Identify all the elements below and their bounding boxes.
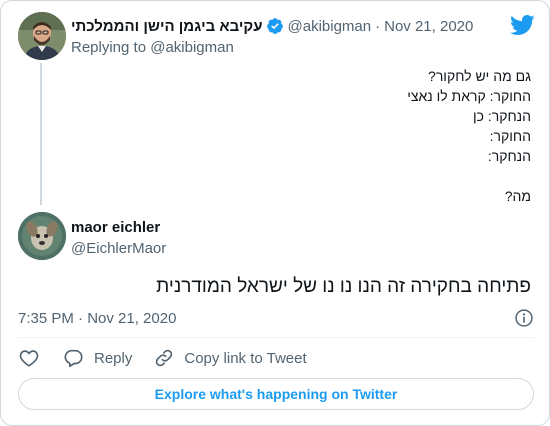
- parent-tweet-text: גם מה יש לחקור? החוקר: קראת לו נאצי הנחק…: [111, 66, 531, 206]
- tweet-actions: Reply Copy link to Tweet: [18, 346, 307, 370]
- divider: [18, 337, 534, 338]
- thread-connector-line: [40, 63, 42, 205]
- separator-dot: ·: [375, 17, 381, 35]
- parent-author-name[interactable]: עקיבא ביגמן הישן והממלכתי: [71, 18, 263, 35]
- main-author-avatar[interactable]: [18, 212, 66, 260]
- embedded-tweet-card: עקיבא ביגמן הישן והממלכתי @akibigman · N…: [0, 0, 550, 426]
- parent-author-avatar[interactable]: [18, 12, 66, 60]
- twitter-bird-icon[interactable]: [509, 14, 535, 36]
- parent-text-line: גם מה יש לחקור?: [428, 68, 531, 84]
- explore-twitter-button[interactable]: Explore what's happening on Twitter: [18, 378, 534, 410]
- main-author-handle[interactable]: @EichlerMaor: [71, 240, 166, 257]
- copy-link-button[interactable]: Copy link to Tweet: [154, 348, 307, 368]
- heart-icon: [18, 347, 40, 369]
- person-avatar-icon: [18, 12, 66, 60]
- parent-author-handle[interactable]: @akibigman: [288, 18, 372, 35]
- parent-tweet-date[interactable]: Nov 21, 2020: [384, 18, 473, 35]
- copy-link-label: Copy link to Tweet: [184, 349, 307, 367]
- parent-text-line: הנחקר:: [487, 148, 531, 164]
- link-icon: [154, 348, 174, 368]
- replying-to-mention[interactable]: @akibigman: [150, 39, 234, 56]
- tweet-meta-row: 7:35 PM · Nov 21, 2020: [18, 307, 534, 329]
- parent-text-line: החוקר: קראת לו נאצי: [407, 88, 531, 104]
- parent-text-line: החוקר:: [489, 128, 531, 144]
- reply-bubble-icon: [62, 347, 84, 369]
- info-icon[interactable]: [514, 308, 534, 328]
- tweet-timestamp[interactable]: 7:35 PM · Nov 21, 2020: [18, 310, 176, 327]
- dog-avatar-icon: [18, 212, 66, 260]
- parent-text-line: הנחקר: כן: [472, 108, 531, 124]
- parent-text-line: מה?: [504, 188, 531, 204]
- main-author-name[interactable]: maor eichler: [71, 219, 160, 236]
- verified-badge-icon: [266, 17, 284, 35]
- main-tweet-text: פתיחה בחקירה זה הנו נו נו של ישראל המודר…: [156, 276, 531, 297]
- reply-button[interactable]: Reply: [62, 347, 132, 369]
- replying-to-line: Replying to @akibigman: [71, 39, 234, 56]
- replying-to-prefix: Replying to: [71, 39, 147, 56]
- reply-label: Reply: [94, 349, 133, 367]
- like-button[interactable]: [18, 347, 40, 369]
- parent-text-line: [111, 166, 531, 186]
- parent-tweet-header: עקיבא ביגמן הישן והממלכתי @akibigman · N…: [71, 16, 473, 36]
